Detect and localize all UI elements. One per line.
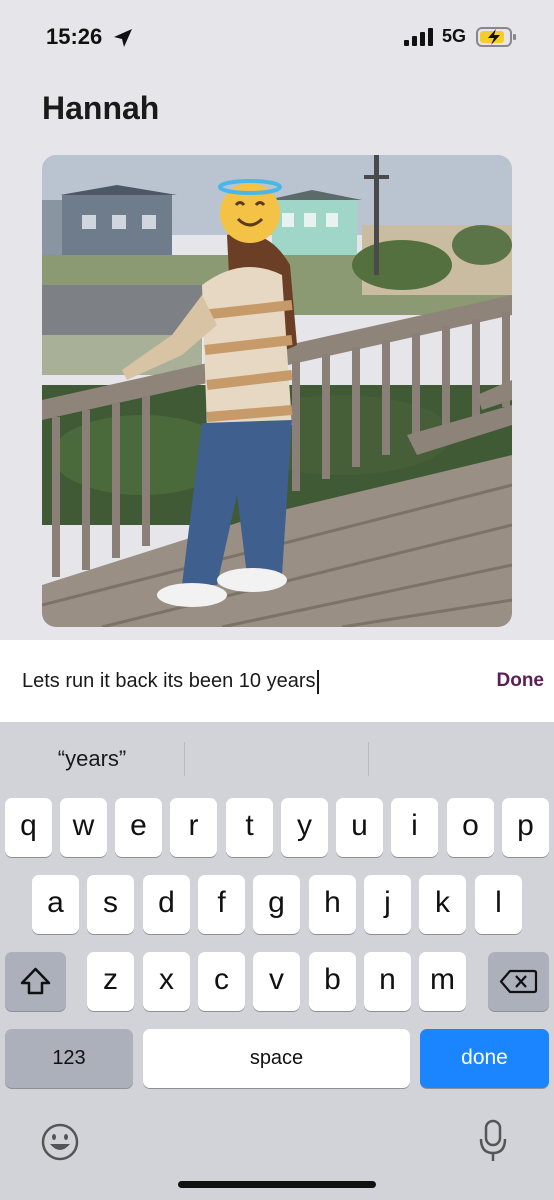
location-arrow-icon [114,29,132,47]
space-key[interactable]: space [143,1029,410,1088]
key-j[interactable]: j [364,875,411,934]
key-m[interactable]: m [419,952,466,1011]
key-o[interactable]: o [447,798,494,857]
key-g[interactable]: g [253,875,300,934]
shift-key[interactable] [5,952,66,1011]
key-b[interactable]: b [309,952,356,1011]
home-indicator[interactable] [178,1181,376,1188]
profile-photo[interactable] [42,155,512,627]
key-i[interactable]: i [391,798,438,857]
key-e[interactable]: e [115,798,162,857]
key-u[interactable]: u [336,798,383,857]
suggestion-2[interactable] [185,722,368,792]
key-v[interactable]: v [253,952,300,1011]
profile-name: Hannah [42,90,160,126]
keyboard: “years” q w e r t y u i o p a s d f g h … [0,722,554,1200]
key-f[interactable]: f [198,875,245,934]
battery-charging-icon [476,27,516,47]
key-x[interactable]: x [143,952,190,1011]
key-t[interactable]: t [226,798,273,857]
key-y[interactable]: y [281,798,328,857]
key-s[interactable]: s [87,875,134,934]
message-input[interactable]: Lets run it back its been 10 years [22,640,319,722]
key-r[interactable]: r [170,798,217,857]
key-k[interactable]: k [419,875,466,934]
key-p[interactable]: p [502,798,549,857]
key-h[interactable]: h [309,875,356,934]
emoji-icon[interactable] [40,1122,80,1162]
shift-icon [20,967,51,995]
message-input-text: Lets run it back its been 10 years [22,670,316,692]
key-l[interactable]: l [475,875,522,934]
status-bar: 15:26 5G [0,0,554,72]
microphone-icon[interactable] [478,1118,508,1164]
key-q[interactable]: q [5,798,52,857]
suggestion-3[interactable] [369,722,554,792]
status-time: 15:26 [46,24,103,49]
key-n[interactable]: n [364,952,411,1011]
text-caret [316,669,319,694]
message-compose-bar: Lets run it back its been 10 years Done [0,640,554,722]
suggestion-bar: “years” [0,722,554,792]
key-a[interactable]: a [32,875,79,934]
key-w[interactable]: w [60,798,107,857]
key-d[interactable]: d [143,875,190,934]
compose-done-button[interactable]: Done [497,640,545,722]
backspace-key[interactable] [488,952,549,1011]
suggestion-1[interactable]: “years” [0,722,184,792]
network-type: 5G [442,26,467,46]
key-c[interactable]: c [198,952,245,1011]
keyboard-done-key[interactable]: done [420,1029,549,1088]
numbers-key[interactable]: 123 [5,1029,133,1088]
backspace-icon [499,969,538,994]
key-z[interactable]: z [87,952,134,1011]
signal-bars-icon [404,28,433,46]
